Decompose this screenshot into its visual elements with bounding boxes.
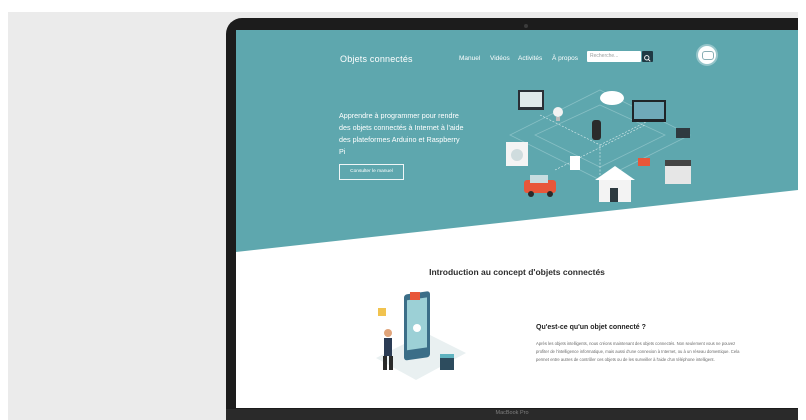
search-icon bbox=[644, 55, 651, 62]
camera-dot bbox=[524, 24, 528, 28]
laptop-model-label: MacBook Pro bbox=[495, 410, 529, 416]
nav-link-a-propos[interactable]: À propos bbox=[552, 55, 578, 62]
page: Objets connectés Manuel Vidéos Activités… bbox=[0, 0, 806, 420]
search-button[interactable] bbox=[642, 51, 653, 62]
nav-link-manuel[interactable]: Manuel bbox=[459, 55, 480, 62]
search-input[interactable]: Recherche... bbox=[587, 51, 641, 62]
nav-link-videos[interactable]: Vidéos bbox=[490, 55, 510, 62]
site-logo[interactable]: Objets connectés bbox=[340, 54, 413, 64]
phone-illustration bbox=[376, 291, 466, 380]
section-title: Qu'est-ce qu'un objet connecté ? bbox=[536, 324, 646, 331]
nav-link-activites[interactable]: Activités bbox=[518, 55, 542, 62]
section-heading: Introduction au concept d'objets connect… bbox=[429, 267, 605, 277]
avatar-icon bbox=[702, 51, 714, 60]
section-body: Après les objets intelligents, nous créo… bbox=[536, 341, 740, 362]
search-placeholder: Recherche... bbox=[590, 53, 619, 59]
iot-illustration bbox=[506, 89, 691, 202]
laptop-frame: Objets connectés Manuel Vidéos Activités… bbox=[226, 18, 798, 420]
hero-title: Apprendre à programmer pour rendre des o… bbox=[339, 111, 464, 156]
consult-manual-button[interactable]: Consulter le manuel bbox=[339, 164, 404, 180]
laptop-screen: Objets connectés Manuel Vidéos Activités… bbox=[236, 30, 798, 408]
user-avatar[interactable] bbox=[698, 46, 716, 64]
